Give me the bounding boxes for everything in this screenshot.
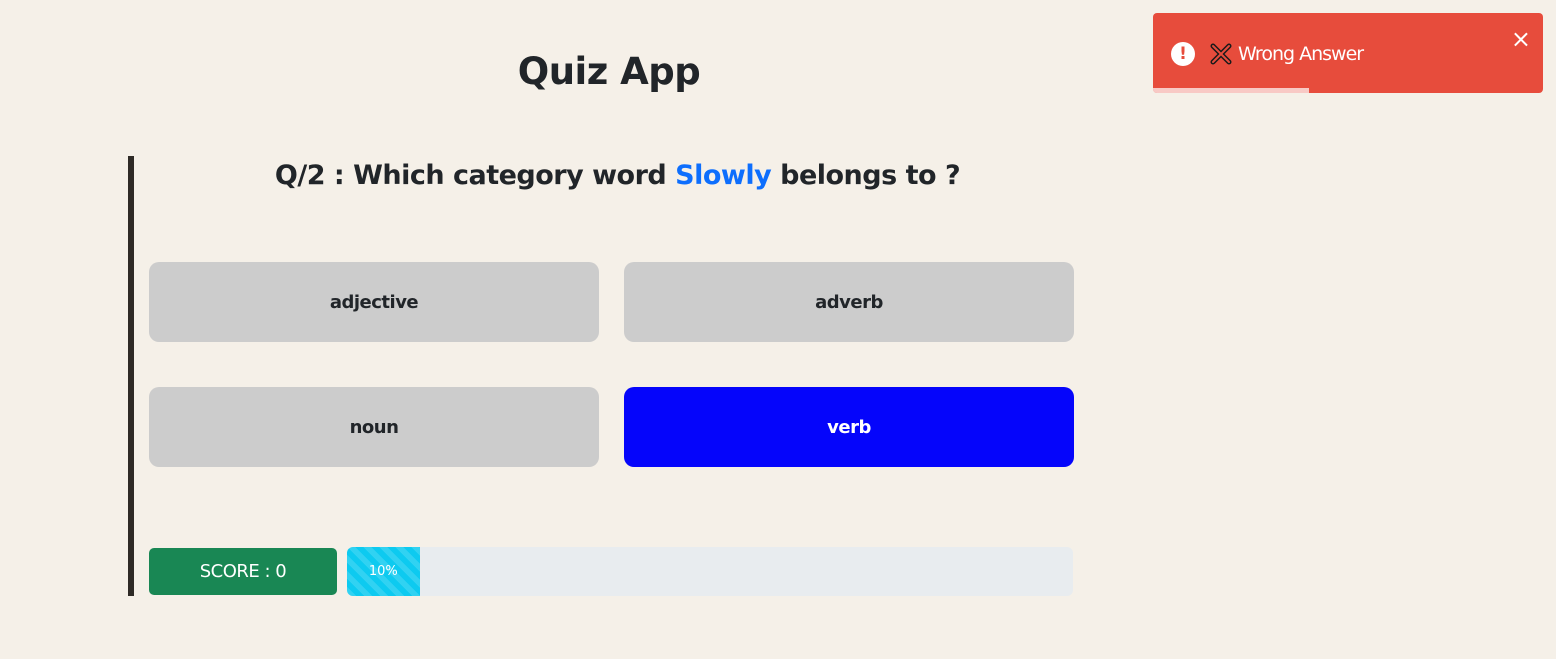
progress-bar-fill: 10% [347,547,420,596]
wrong-answer-toast: ! Wrong Answer × [1153,13,1543,93]
progress-bar-track: 10% [347,547,1073,596]
score-badge: SCORE : 0 [149,548,337,595]
toast-message: Wrong Answer [1238,43,1364,65]
toast-timer-bar [1153,88,1309,93]
app-title: Quiz App [517,50,701,93]
question-highlight-word: Slowly [675,160,772,191]
cross-mark-icon [1210,43,1232,65]
quiz-panel: Q/2 : Which category word Slowly belongs… [128,156,1079,596]
option-button-noun[interactable]: noun [149,387,599,467]
option-button-verb[interactable]: verb [624,387,1074,467]
option-button-adjective[interactable]: adjective [149,262,599,342]
question-prefix: Q/2 : Which category word [274,160,676,191]
exclamation-circle-icon: ! [1171,42,1195,66]
toast-close-button[interactable]: × [1511,27,1531,51]
question-text: Q/2 : Which category word Slowly belongs… [134,156,1101,196]
question-suffix: belongs to ? [771,160,961,191]
option-button-adverb[interactable]: adverb [624,262,1074,342]
